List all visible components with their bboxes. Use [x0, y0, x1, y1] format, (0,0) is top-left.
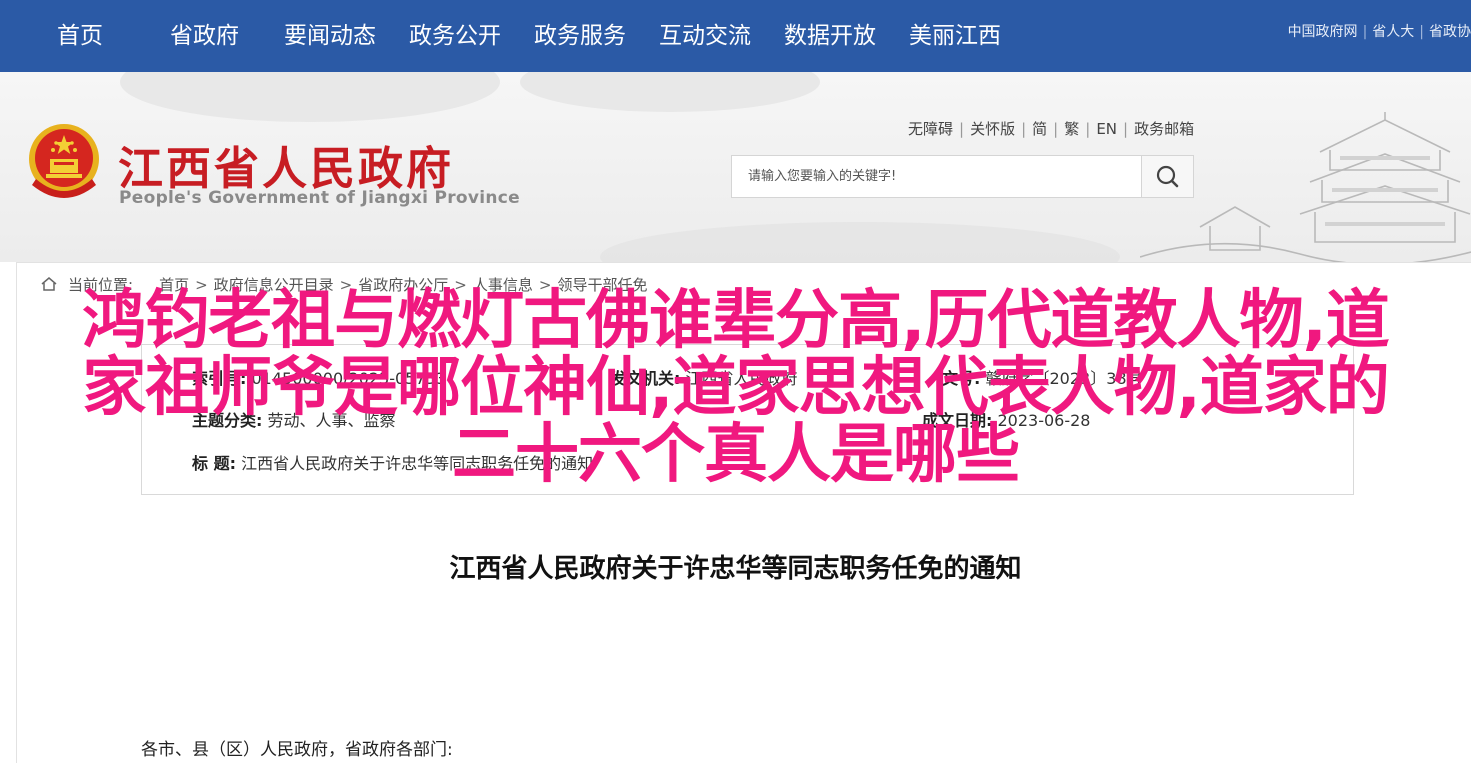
top-external-links: 中国政府网 | 省人大 | 省政协 — [1288, 22, 1471, 42]
nav-item-beautiful-jiangxi[interactable]: 美丽江西 — [909, 20, 1001, 52]
nav-item-services[interactable]: 政务服务 — [534, 20, 626, 52]
link-elderly-mode[interactable]: 关怀版 — [970, 120, 1015, 138]
nav-item-province-gov[interactable]: 省政府 — [170, 20, 239, 52]
divider: | — [1085, 120, 1091, 138]
cloud-decoration — [600, 222, 1120, 262]
document-title: 江西省人民政府关于许忠华等同志职务任免的通知 — [449, 554, 1022, 584]
divider: | — [1053, 120, 1059, 138]
overlay-line: 二十六个真人是哪些 — [452, 418, 1020, 492]
link-english[interactable]: EN — [1096, 120, 1117, 138]
search-box — [731, 155, 1194, 198]
nav-item-news[interactable]: 要闻动态 — [284, 20, 376, 52]
nav-item-open-data[interactable]: 数据开放 — [784, 20, 876, 52]
nav-item-interaction[interactable]: 互动交流 — [659, 20, 751, 52]
cloud-decoration — [520, 72, 820, 112]
link-provincial-congress[interactable]: 省人大 — [1372, 24, 1414, 40]
overlay-line: 鸿钧老祖与燃灯古佛谁辈分高,历代道教人物,道 — [82, 284, 1390, 358]
pavilion-illustration-icon — [1140, 112, 1471, 262]
link-simplified[interactable]: 简 — [1032, 120, 1047, 138]
cloud-decoration — [120, 72, 500, 122]
link-cppcc[interactable]: 省政协 — [1429, 24, 1471, 40]
top-nav-bar: 首页 省政府 要闻动态 政务公开 政务服务 互动交流 数据开放 美丽江西 中国政… — [0, 0, 1471, 72]
overlay-line: 家祖师爷是哪位神仙,道家思想代表人物,道家的 — [82, 351, 1390, 425]
site-subtitle: People's Government of Jiangxi Province — [119, 188, 520, 208]
divider: | — [1419, 24, 1424, 40]
nav-item-open-affairs[interactable]: 政务公开 — [409, 20, 501, 52]
link-traditional[interactable]: 繁 — [1064, 120, 1079, 138]
link-accessibility[interactable]: 无障碍 — [908, 120, 953, 138]
divider: | — [1362, 24, 1368, 40]
divider: | — [959, 120, 965, 138]
link-china-gov[interactable]: 中国政府网 — [1288, 24, 1358, 40]
site-header: 江西省人民政府 People's Government of Jiangxi P… — [0, 72, 1471, 262]
nav-item-home[interactable]: 首页 — [57, 20, 103, 52]
overlay-headline: 鸿钧老祖与燃灯古佛谁辈分高,历代道教人物,道 家祖师爷是哪位神仙,道家思想代表人… — [0, 288, 1471, 489]
divider: | — [1021, 120, 1027, 138]
search-input[interactable] — [732, 156, 1142, 197]
divider: | — [1123, 120, 1129, 138]
national-emblem-icon — [29, 124, 99, 198]
document-salutation: 各市、县（区）人民政府，省政府各部门: — [141, 740, 453, 760]
